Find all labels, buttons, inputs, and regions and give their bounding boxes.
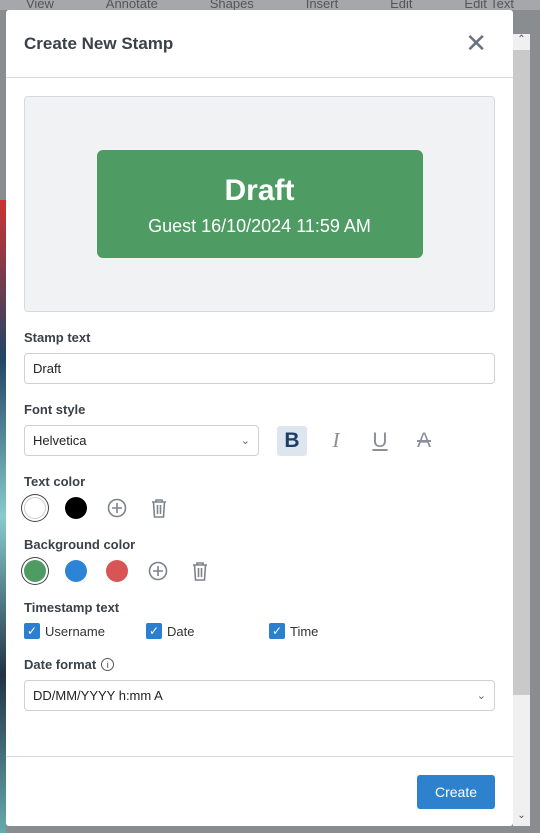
text-color-black[interactable] xyxy=(65,497,87,519)
bg-color-blue[interactable] xyxy=(65,560,87,582)
chevron-down-icon: ⌄ xyxy=(476,690,486,702)
time-checkbox[interactable]: ✓ Time xyxy=(269,623,318,639)
stamp-preview-subtext: Guest 16/10/2024 11:59 AM xyxy=(148,216,371,236)
trash-icon[interactable] xyxy=(148,497,170,519)
time-checkbox-label: Time xyxy=(290,623,319,639)
date-checkbox-label: Date xyxy=(167,623,195,639)
font-style-label: Font style xyxy=(24,402,86,417)
info-icon[interactable]: i xyxy=(101,658,115,671)
stamp: Draft Guest 16/10/2024 11:59 AM xyxy=(96,150,423,258)
checkmark-icon: ✓ xyxy=(269,623,285,639)
checkmark-icon: ✓ xyxy=(146,623,162,639)
text-color-white[interactable] xyxy=(24,497,46,519)
scroll-up-arrow[interactable]: ⌃ xyxy=(513,34,530,50)
dialog-title: Create New Stamp xyxy=(24,33,174,53)
close-icon[interactable]: ✕ xyxy=(465,28,487,59)
stamp-text-input[interactable]: Draft xyxy=(24,353,495,384)
stamp-preview: Draft Guest 16/10/2024 11:59 AM xyxy=(24,96,495,312)
scroll-down-arrow[interactable]: ⌄ xyxy=(513,810,530,826)
trash-icon[interactable] xyxy=(189,560,211,582)
text-color-label: Text color xyxy=(24,474,86,489)
add-color-icon[interactable] xyxy=(147,560,169,582)
background-color-label: Background color xyxy=(24,537,136,552)
date-format-value: DD/MM/YYYY h:mm A xyxy=(33,688,163,703)
add-color-icon[interactable] xyxy=(106,497,128,519)
strikethrough-button[interactable]: A xyxy=(409,426,439,456)
stamp-preview-text: Draft xyxy=(224,174,295,207)
create-button[interactable]: Create xyxy=(417,774,495,809)
bg-color-red[interactable] xyxy=(106,560,128,582)
italic-button[interactable]: I xyxy=(321,426,351,456)
chevron-down-icon: ⌄ xyxy=(240,435,250,447)
bg-color-green[interactable] xyxy=(24,560,46,582)
background-menubar: View Annotate Shapes Insert Edit Edit Te… xyxy=(0,0,540,10)
date-format-label: Date format i xyxy=(24,657,495,672)
stamp-text-label: Stamp text xyxy=(24,330,91,345)
create-stamp-dialog: Create New Stamp ✕ Draft Guest 16/10/202… xyxy=(6,10,513,826)
username-checkbox-label: Username xyxy=(45,623,105,639)
font-select[interactable]: Helvetica ⌄ xyxy=(24,425,259,456)
bold-button[interactable]: B xyxy=(277,425,307,456)
font-select-value: Helvetica xyxy=(33,433,87,448)
date-format-select[interactable]: DD/MM/YYYY h:mm A ⌄ xyxy=(24,680,495,711)
date-format-label-text: Date format xyxy=(24,657,97,672)
username-checkbox[interactable]: ✓ Username xyxy=(24,623,146,639)
checkmark-icon: ✓ xyxy=(24,623,40,639)
timestamp-label: Timestamp text xyxy=(24,600,120,615)
date-checkbox[interactable]: ✓ Date xyxy=(146,623,269,639)
underline-button[interactable]: U xyxy=(365,426,395,456)
scrollbar-thumb[interactable] xyxy=(513,50,530,695)
